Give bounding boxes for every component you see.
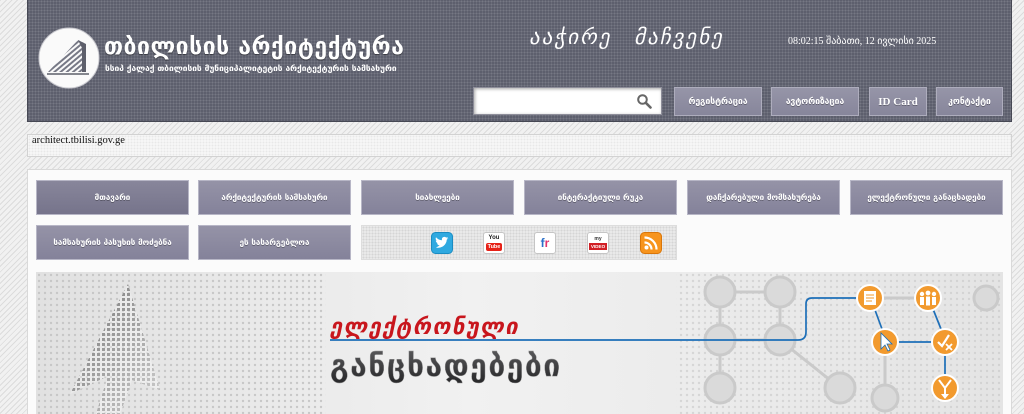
login-button[interactable]: ავტორიზაცია bbox=[771, 87, 859, 116]
dot-grid-left bbox=[36, 272, 326, 414]
menu-item-architecture-service[interactable]: არქიტექტურის სამსახური bbox=[198, 180, 351, 215]
register-button[interactable]: რეგისტრაცია bbox=[674, 87, 762, 116]
main-panel: მთავარი არქიტექტურის სამსახური სიახლეები… bbox=[27, 169, 1012, 414]
electronic-applications-banner[interactable]: ელექტრონული განცხადებები bbox=[36, 272, 1003, 414]
menu-item-find-response[interactable]: სამსახურის პასუხის მოძებნა bbox=[36, 225, 189, 260]
youtube-you-text: You bbox=[488, 235, 500, 241]
cursor-icon bbox=[871, 328, 899, 356]
banner-title-dark: განცხადებები bbox=[330, 349, 562, 384]
menu-item-useful[interactable]: ეს სასარგებლოა bbox=[198, 225, 351, 260]
twitter-icon[interactable] bbox=[431, 232, 453, 254]
youtube-tube-text: Tube bbox=[486, 243, 502, 251]
youtube-icon[interactable]: You Tube bbox=[483, 232, 505, 254]
search-box bbox=[473, 87, 662, 115]
fr-icon[interactable]: fr bbox=[534, 232, 556, 254]
building-logo-icon[interactable] bbox=[38, 27, 100, 89]
address-bar: architect.tbilisi.gov.ge bbox=[27, 134, 1012, 157]
site-subtitle: სსიპ ქალაქ თბილისის მუნიციპალიტეტის არქი… bbox=[105, 63, 397, 73]
check-cross-icon bbox=[931, 328, 959, 356]
menu-item-electronic-applications[interactable]: ელექტრონული განაცხადები bbox=[850, 180, 1003, 215]
site-address: architect.tbilisi.gov.ge bbox=[32, 135, 125, 146]
people-icon bbox=[914, 284, 942, 312]
menu-item-interactive-map[interactable]: ინტერაქტიული რუკა bbox=[524, 180, 677, 215]
menu-item-express-service[interactable]: დაჩქარებული მომსახურება bbox=[687, 180, 840, 215]
myvideo-tile: my VIDEO bbox=[587, 232, 609, 254]
social-links: You Tube fr my VIDEO bbox=[361, 225, 677, 260]
menu-item-news[interactable]: სიახლეები bbox=[361, 180, 514, 215]
myvideo-icon[interactable]: my VIDEO bbox=[587, 232, 609, 254]
myvideo-video-text: VIDEO bbox=[589, 243, 607, 250]
search-icon[interactable] bbox=[636, 93, 652, 109]
site-title[interactable]: თბილისის არქიტექტურა bbox=[104, 33, 404, 61]
youtube-tile: You Tube bbox=[483, 232, 505, 254]
myvideo-my-text: my bbox=[594, 236, 602, 242]
id-card-button[interactable]: ID Card bbox=[869, 87, 927, 116]
fr-text: fr bbox=[540, 236, 550, 250]
contact-button[interactable]: კონტაქტი bbox=[936, 87, 1003, 116]
fr-tile: fr bbox=[534, 232, 556, 254]
site-header: თბილისის არქიტექტურა სსიპ ქალაქ თბილისის… bbox=[27, 0, 1012, 122]
document-icon bbox=[856, 284, 884, 312]
fork-arrow-icon bbox=[931, 374, 959, 402]
banner-title-red: ელექტრონული bbox=[329, 315, 519, 340]
header-tagline: ააჭირე მაჩვენე bbox=[529, 25, 724, 49]
search-input[interactable] bbox=[478, 91, 628, 111]
rss-icon[interactable] bbox=[640, 232, 662, 254]
current-datetime: 08:02:15 შაბათი, 12 ივლისი 2025 bbox=[788, 36, 937, 47]
menu-item-home[interactable]: მთავარი bbox=[36, 180, 189, 215]
